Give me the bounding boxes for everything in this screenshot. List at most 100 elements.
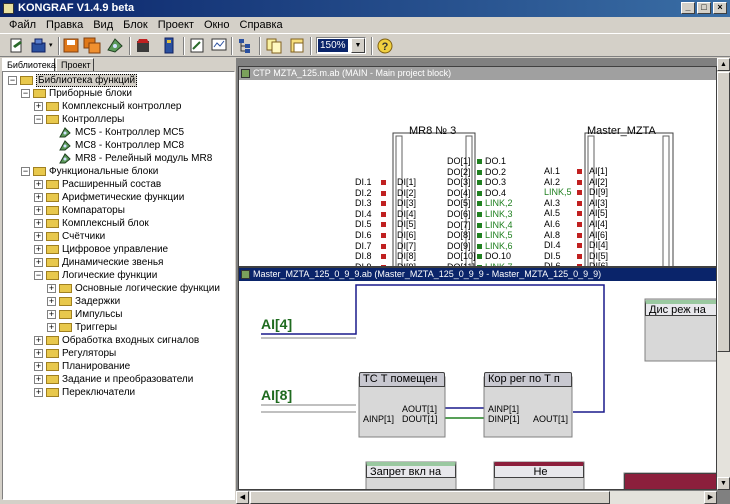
menu-help[interactable]: Справка: [235, 17, 288, 33]
expand-icon[interactable]: +: [34, 362, 43, 371]
tree-item[interactable]: + Динамические звенья: [34, 256, 234, 269]
menu-view[interactable]: Вид: [88, 17, 118, 33]
scroll-right-icon[interactable]: ▶: [704, 491, 717, 504]
expand-icon[interactable]: +: [34, 232, 43, 241]
compile-icon[interactable]: [106, 37, 124, 54]
properties-icon[interactable]: [188, 37, 206, 54]
tree-item[interactable]: + Триггеры: [47, 321, 234, 334]
maximize-button[interactable]: □: [697, 2, 711, 14]
tree-item[interactable]: + Задание и преобразователи: [34, 373, 234, 386]
folder-icon: [46, 206, 59, 215]
save-all-icon[interactable]: [83, 37, 101, 54]
copy-icon[interactable]: [265, 37, 283, 54]
ai4-label: AI[4]: [261, 316, 293, 332]
tree-item[interactable]: + Расширенный состав: [34, 178, 234, 191]
tree-root[interactable]: − Библиотека функций: [8, 74, 208, 87]
menu-project[interactable]: Проект: [153, 17, 199, 33]
expand-icon[interactable]: +: [34, 219, 43, 228]
main-block-titlebar[interactable]: СТР MZTA_125.m.ab (MAIN - Main project b…: [239, 67, 716, 80]
expand-icon[interactable]: +: [34, 180, 43, 189]
horizontal-scrollbar[interactable]: ◀ ▶: [236, 491, 717, 504]
tree-item[interactable]: + Обработка входных сигналов: [34, 334, 234, 347]
collapse-icon[interactable]: −: [8, 76, 17, 85]
expand-icon[interactable]: +: [34, 193, 43, 202]
run-icon[interactable]: [134, 37, 152, 54]
collapse-icon[interactable]: −: [21, 89, 30, 98]
tree-item[interactable]: − Контроллеры: [34, 113, 234, 126]
help-icon[interactable]: ?: [376, 37, 394, 54]
scroll-left-icon[interactable]: ◀: [236, 491, 249, 504]
new-file-icon[interactable]: [8, 37, 26, 54]
expand-icon[interactable]: +: [34, 349, 43, 358]
master-block-titlebar[interactable]: Master_MZTA_125_0_9_9.ab (Master_MZTA_12…: [239, 268, 716, 281]
tree-item[interactable]: − Логические функции: [34, 269, 234, 282]
chevron-down-icon[interactable]: ▼: [351, 38, 365, 53]
folder-icon: [46, 180, 59, 189]
scroll-h-thumb[interactable]: [250, 491, 610, 504]
monitor-icon[interactable]: [210, 37, 228, 54]
master-block-window[interactable]: Master_MZTA_125_0_9_9.ab (Master_MZTA_12…: [238, 267, 717, 490]
module-icon: [59, 127, 71, 138]
expand-icon[interactable]: +: [34, 375, 43, 384]
tree-item[interactable]: MR8 - Релейный модуль MR8: [47, 152, 234, 165]
library-icon[interactable]: [160, 37, 178, 54]
collapse-icon[interactable]: −: [21, 167, 30, 176]
expand-icon[interactable]: +: [47, 297, 56, 306]
tree-item[interactable]: + Планирование: [34, 360, 234, 373]
open-icon[interactable]: [30, 37, 48, 54]
vertical-scrollbar[interactable]: ▲ ▼: [717, 58, 730, 490]
tree-item[interactable]: − Функциональные блоки: [21, 165, 221, 178]
tree-item[interactable]: − Приборные блоки: [21, 87, 221, 100]
tree-item[interactable]: + Арифметические функции: [34, 191, 234, 204]
expand-icon[interactable]: +: [34, 102, 43, 111]
menu-edit[interactable]: Правка: [41, 17, 88, 33]
main-block-window[interactable]: СТР MZTA_125.m.ab (MAIN - Main project b…: [238, 66, 717, 267]
expand-icon[interactable]: +: [34, 336, 43, 345]
kor-block-title[interactable]: Кор рег по Т п: [484, 372, 572, 387]
menu-file[interactable]: Файл: [4, 17, 41, 33]
save-icon[interactable]: [62, 37, 80, 54]
expand-icon[interactable]: +: [34, 245, 43, 254]
tab-library[interactable]: Библиотека: [2, 58, 56, 72]
tree-item[interactable]: + Импульсы: [47, 308, 234, 321]
collapse-icon[interactable]: −: [34, 115, 43, 124]
expand-icon[interactable]: +: [47, 323, 56, 332]
scroll-up-icon[interactable]: ▲: [717, 58, 730, 71]
menu-window[interactable]: Окно: [199, 17, 235, 33]
tree-item[interactable]: + Основные логические функции: [47, 282, 234, 295]
expand-icon[interactable]: +: [47, 284, 56, 293]
close-button[interactable]: ×: [713, 2, 727, 14]
tree-item[interactable]: + Комплексный блок: [34, 217, 234, 230]
tree-item[interactable]: + Задержки: [47, 295, 234, 308]
ne-block-title[interactable]: Не: [494, 462, 584, 478]
tree-item[interactable]: + Компараторы: [34, 204, 234, 217]
scroll-thumb[interactable]: [717, 72, 730, 352]
tab-project[interactable]: Проект: [56, 58, 94, 72]
tc-block-title[interactable]: ТС Т помещен: [359, 372, 445, 387]
expand-icon[interactable]: +: [34, 206, 43, 215]
tree-item[interactable]: МС5 - Контроллер МС5: [47, 126, 234, 139]
tree-item[interactable]: + Регуляторы: [34, 347, 234, 360]
paste-icon[interactable]: [288, 37, 306, 54]
expand-icon[interactable]: +: [34, 388, 43, 397]
expand-icon[interactable]: +: [34, 258, 43, 267]
menu-block[interactable]: Блок: [118, 17, 153, 33]
extra-block-title[interactable]: [624, 473, 716, 489]
tree-item[interactable]: + Переключатели: [34, 386, 234, 399]
tree-item[interactable]: + Счётчики: [34, 230, 234, 243]
output-signal-marker: [477, 201, 482, 207]
collapse-icon[interactable]: −: [34, 271, 43, 280]
zapret-block-title[interactable]: Запрет вкл на: [366, 462, 456, 478]
tree-item-label: Регуляторы: [62, 348, 117, 359]
scroll-down-icon[interactable]: ▼: [717, 477, 730, 490]
dis-block-title[interactable]: Дис реж на: [645, 300, 716, 316]
tree-item[interactable]: + Цифровое управление: [34, 243, 234, 256]
input-signal-marker: [381, 233, 386, 238]
zoom-select[interactable]: 150% ▼: [316, 37, 366, 54]
minimize-button[interactable]: _: [681, 2, 695, 14]
tree-item[interactable]: + Комплексный контроллер: [34, 100, 234, 113]
toolbar-separator: [259, 37, 261, 55]
expand-icon[interactable]: +: [47, 310, 56, 319]
tree-item[interactable]: МС8 - Контроллер МС8: [47, 139, 234, 152]
tree-icon[interactable]: [236, 37, 254, 54]
